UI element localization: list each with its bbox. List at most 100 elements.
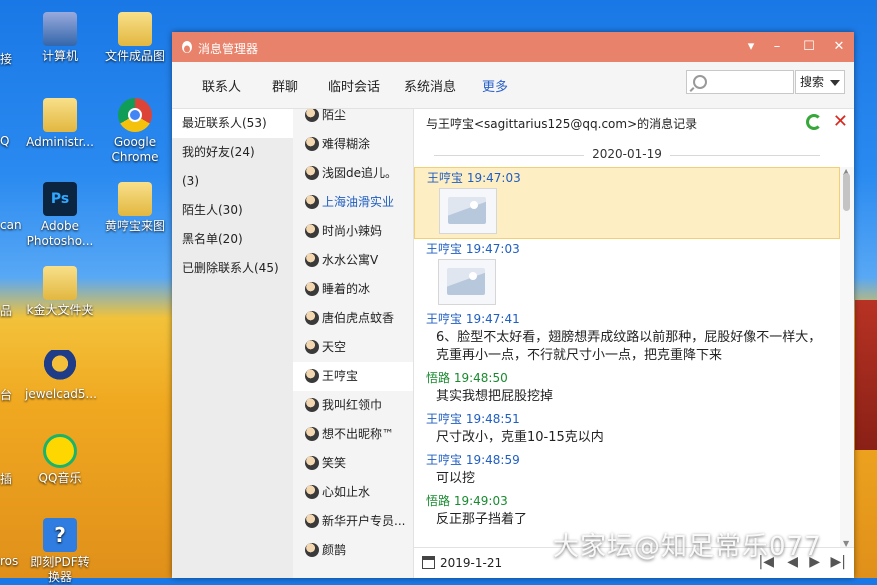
message-text: 尺寸改小，克重10-15克以内 (436, 430, 604, 445)
category-blacklist[interactable]: 黑名单(20) (172, 225, 293, 254)
avatar (305, 456, 319, 470)
jewelcad-icon (43, 350, 77, 384)
category-recent[interactable]: 最近联系人(53) (172, 109, 293, 138)
message-item[interactable]: 王哼宝 19:47:03 (414, 167, 840, 239)
contact-item[interactable]: 时尚小辣妈 (293, 217, 413, 246)
contact-item[interactable]: 难得糊涂 (293, 130, 413, 159)
message-time: 19:48:59 (465, 453, 520, 467)
contact-item[interactable]: 心如止水 (293, 478, 413, 507)
message-item[interactable]: 王哼宝 19:47:41 6、脸型不太好看，翅膀想弄成纹路以前那种，屁股好像不一… (414, 309, 840, 368)
contact-item[interactable]: 笑笑 (293, 449, 413, 478)
chat-history-panel: 与王哼宝<sagittarius125@qq.com>的消息记录 ✕ 2020-… (414, 109, 854, 578)
search-input[interactable] (711, 71, 795, 93)
edge-label: 插 (0, 472, 13, 486)
message-scrollbar[interactable]: ▲ ▼ (840, 167, 854, 548)
desktop-icon-qq-music[interactable]: QQ音乐 (25, 434, 95, 486)
footer-date[interactable]: 2019-1-21 (440, 556, 502, 570)
tab-group-chat[interactable]: 群聊 (272, 76, 298, 95)
contact-item[interactable]: 浅囡de追儿。 (293, 159, 413, 188)
delete-icon[interactable]: ✕ (833, 111, 848, 132)
desktop-icon-computer[interactable]: 计算机 (25, 12, 95, 64)
desktop-icon-photoshop[interactable]: Ps Adobe Photosho... (25, 182, 95, 249)
chrome-icon (118, 98, 152, 132)
message-meta: 王哼宝 19:47:41 (426, 309, 840, 329)
avatar (305, 485, 319, 499)
contact-list: 陌尘 难得糊涂 浅囡de追儿。 上海油滑实业 时尚小辣妈 水水公寓V 睡着的冰 … (293, 109, 414, 578)
refresh-icon[interactable] (806, 114, 822, 130)
menu-dropdown-button[interactable]: ▾ (740, 37, 762, 57)
tab-contacts[interactable]: 联系人 (202, 76, 241, 95)
contact-item[interactable]: 睡着的冰 (293, 275, 413, 304)
contact-name: 水水公寓V (322, 253, 379, 267)
image-placeholder-icon[interactable] (438, 259, 496, 305)
close-button[interactable]: ✕ (828, 37, 850, 57)
category-unnamed[interactable]: (3) (172, 167, 293, 196)
last-page-button[interactable]: ▶| (831, 554, 846, 570)
contact-item[interactable]: 颜鹊 (293, 536, 413, 565)
message-list: 王哼宝 19:47:03 王哼宝 19:47:03 王哼宝 19:47:41 6… (414, 167, 840, 548)
search-box[interactable] (686, 70, 795, 94)
contact-name: 想不出昵称™ (322, 427, 395, 441)
pdf-converter-icon: ? (43, 518, 77, 552)
window-body: 最近联系人(53) 我的好友(24) (3) 陌生人(30) 黑名单(20) 已… (172, 109, 854, 578)
contact-name: 唐伯虎点蚊香 (322, 311, 395, 325)
desktop-icon-folder-images[interactable]: 黄哼宝来图 (100, 182, 170, 234)
contact-name: 上海油滑实业 (322, 195, 395, 209)
contact-name: 时尚小辣妈 (322, 224, 383, 238)
contact-item-selected[interactable]: 王哼宝 (293, 362, 413, 391)
tab-temp-session[interactable]: 临时会话 (328, 76, 380, 95)
message-meta: 王哼宝 19:47:03 (426, 239, 840, 259)
contact-item[interactable]: 天空 (293, 333, 413, 362)
desktop-icon-pdf-converter[interactable]: ? 即刻PDF转换器 (25, 518, 95, 585)
message-item[interactable]: 王哼宝 19:47:03 (414, 239, 840, 305)
contact-item[interactable]: 上海油滑实业 (293, 188, 413, 217)
desktop-icon-chrome[interactable]: Google Chrome (100, 98, 170, 165)
maximize-button[interactable]: ☐ (798, 37, 820, 57)
contact-item[interactable]: 水水公寓V (293, 246, 413, 275)
category-deleted[interactable]: 已删除联系人(45) (172, 254, 293, 283)
message-item[interactable]: 王哼宝 19:48:51 尺寸改小，克重10-15克以内 (414, 409, 840, 450)
image-placeholder-icon[interactable] (439, 188, 497, 234)
photoshop-icon: Ps (43, 182, 77, 216)
avatar (305, 109, 319, 122)
message-sender: 王哼宝 (426, 453, 463, 467)
message-time: 19:47:41 (465, 312, 520, 326)
desktop-icon-gold-folder[interactable]: k金大文件夹 (25, 266, 95, 318)
contact-name: 颜鹊 (322, 543, 347, 557)
minimize-button[interactable]: – (766, 37, 788, 57)
tab-system-messages[interactable]: 系统消息 (404, 76, 456, 95)
message-time: 19:48:50 (453, 371, 508, 385)
contact-name: 浅囡de追儿。 (322, 166, 398, 180)
calendar-icon[interactable] (422, 556, 435, 569)
contact-item[interactable]: 我叫红领巾 (293, 391, 413, 420)
desktop-icon-jewelcad[interactable]: jewelcad5... (25, 350, 97, 402)
desktop-icon-label: Adobe Photosho... (26, 219, 94, 248)
contact-item[interactable]: 唐伯虎点蚊香 (293, 304, 413, 333)
title-bar[interactable]: 消息管理器 ▾ – ☐ ✕ (172, 32, 854, 62)
message-item[interactable]: 王哼宝 19:48:59 可以挖 (414, 450, 840, 491)
desktop-icon-administrator[interactable]: Administr... (25, 98, 95, 150)
search-button[interactable]: 搜索 (795, 70, 845, 94)
watermark: 大家坛@知足常乐077 (553, 532, 822, 562)
contact-name: 新华开户专员... (322, 514, 406, 528)
message-text: 可以挖 (436, 471, 476, 486)
desktop-icon-label: Google Chrome (111, 135, 159, 164)
message-item[interactable]: 悟路 19:48:50 其实我想把屁股挖掉 (414, 368, 840, 409)
folder-icon (43, 98, 77, 132)
chevron-down-icon[interactable] (830, 80, 840, 86)
avatar (305, 282, 319, 296)
scrollbar-thumb[interactable] (843, 173, 850, 211)
tab-more[interactable]: 更多 (482, 76, 508, 95)
category-strangers[interactable]: 陌生人(30) (172, 196, 293, 225)
contact-item[interactable]: 想不出昵称™ (293, 420, 413, 449)
message-time: 19:49:03 (453, 494, 508, 508)
message-sender: 王哼宝 (426, 312, 463, 326)
category-friends[interactable]: 我的好友(24) (172, 138, 293, 167)
contact-item[interactable]: 新华开户专员... (293, 507, 413, 536)
contact-item[interactable]: 陌尘 (293, 109, 413, 130)
chat-history-header: 与王哼宝<sagittarius125@qq.com>的消息记录 (426, 117, 698, 131)
edge-label: 接 (0, 52, 13, 66)
desktop-icon-folder-products[interactable]: 文件成品图 (100, 12, 170, 64)
message-meta: 悟路 19:48:50 (426, 368, 840, 388)
message-sender: 悟路 (426, 371, 451, 385)
